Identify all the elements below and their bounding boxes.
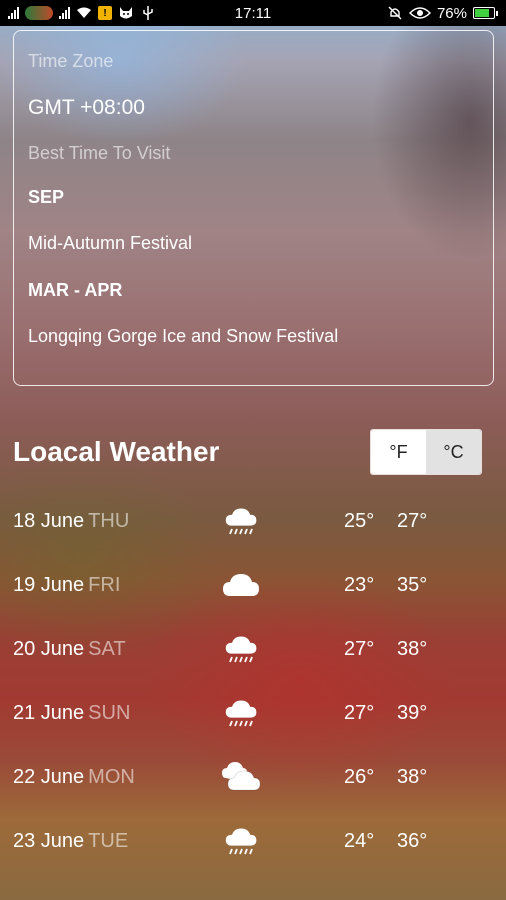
cat-icon (118, 6, 134, 20)
battery-percent: 76% (436, 4, 467, 22)
low-temp: 24° (344, 830, 375, 852)
forecast-date: 23 June TUE (13, 830, 129, 852)
forecast-row: 19 June FRI 23° 35° (0, 554, 506, 618)
usb-icon (140, 6, 156, 20)
high-temp: 27° (397, 510, 428, 532)
forecast-date: 22 June MON (13, 766, 135, 788)
eye-icon (408, 6, 431, 20)
forecast-list: 18 June THU 25° 27° 19 June FRI 23° 35° 20… (0, 490, 506, 874)
fahrenheit-button[interactable]: °F (371, 430, 426, 474)
forecast-row: 23 June TUE 24° 36° (0, 810, 506, 874)
destination-info-card: Time Zone GMT +08:00 Best Time To Visit … (13, 30, 494, 386)
notification-icon: ! (98, 6, 112, 20)
carrier-logo (25, 6, 53, 20)
status-bar: ! 17:11 76% (0, 0, 506, 26)
low-temp: 26° (344, 766, 375, 788)
forecast-date: 20 June SAT (13, 638, 126, 660)
rain-icon (222, 696, 260, 730)
signal-icon (59, 7, 70, 19)
forecast-date: 21 June SUN (13, 702, 131, 724)
high-temp: 38° (397, 766, 428, 788)
period-event: Mid-Autumn Festival (28, 233, 193, 253)
low-temp: 23° (344, 574, 375, 596)
period-event: Longqing Gorge Ice and Snow Festival (28, 326, 339, 346)
forecast-date: 19 June FRI (13, 574, 121, 596)
forecast-row: 22 June MON 26° 38° (0, 746, 506, 810)
high-temp: 39° (397, 702, 428, 724)
high-temp: 35° (397, 574, 428, 596)
period-month: SEP (28, 187, 65, 207)
low-temp: 25° (344, 510, 375, 532)
rain-icon (222, 632, 260, 666)
wifi-icon (76, 6, 92, 20)
forecast-row: 18 June THU 25° 27° (0, 490, 506, 554)
forecast-date: 18 June THU (13, 510, 130, 532)
temperature-unit-toggle[interactable]: °F °C (370, 429, 482, 475)
alarm-off-icon (387, 6, 403, 20)
partly-cloudy-icon (222, 760, 261, 794)
high-temp: 38° (397, 638, 428, 660)
celsius-button[interactable]: °C (426, 430, 481, 474)
time-zone-value: GMT +08:00 (28, 96, 145, 119)
forecast-row: 20 June SAT 27° 38° (0, 618, 506, 682)
low-temp: 27° (344, 638, 375, 660)
time-zone-label: Time Zone (28, 51, 114, 71)
forecast-row: 21 June SUN 27° 39° (0, 682, 506, 746)
best-time-label: Best Time To Visit (28, 143, 171, 163)
period-month: MAR - APR (28, 280, 123, 300)
high-temp: 36° (397, 830, 428, 852)
low-temp: 27° (344, 702, 375, 724)
battery-icon (473, 7, 498, 19)
rain-icon (222, 824, 260, 858)
cloud-icon (222, 568, 260, 602)
local-weather-title: Loacal Weather (13, 436, 220, 467)
rain-icon (222, 504, 260, 538)
signal-icon (8, 7, 19, 19)
